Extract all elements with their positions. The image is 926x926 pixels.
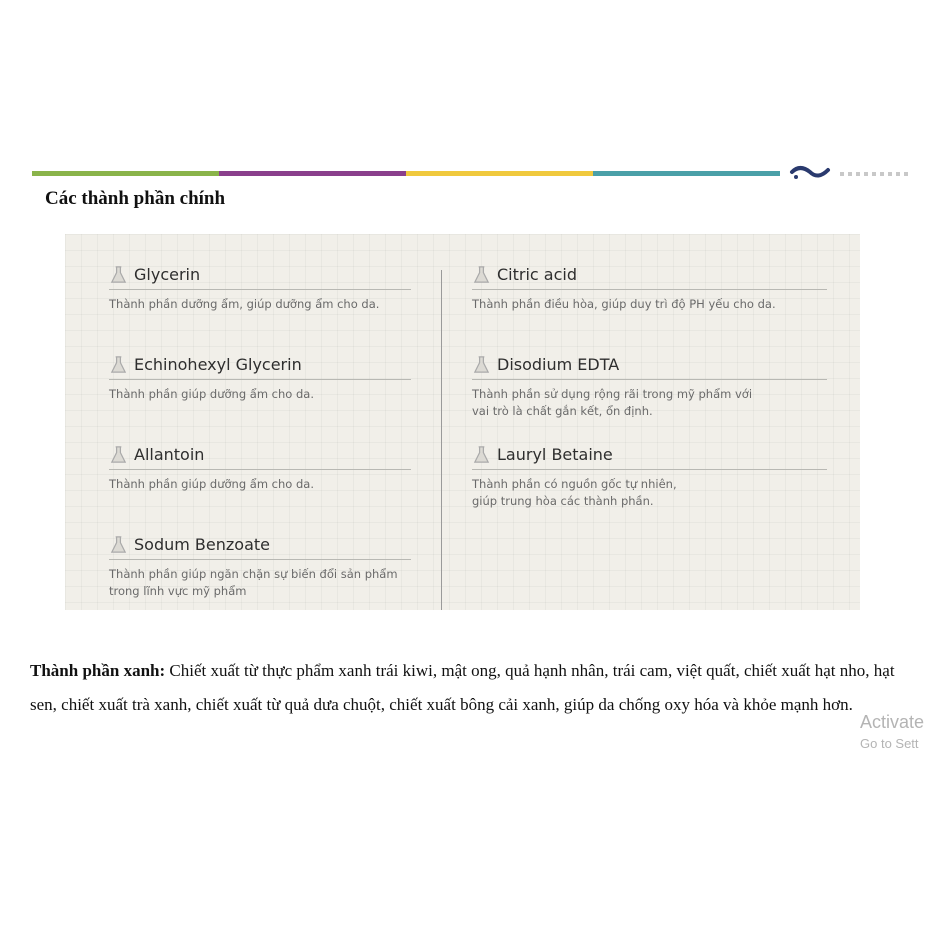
ingredient-description: Thành phần giúp ngăn chặn sự biến đổi sả… xyxy=(109,567,398,598)
header-color-bar xyxy=(32,171,780,176)
ingredient-description: Thành phần có nguồn gốc tự nhiên, giúp t… xyxy=(472,477,677,508)
ingredient-name: Allantoin xyxy=(134,444,205,464)
ingredient-header: Citric acid xyxy=(472,262,827,290)
ingredients-panel: Glycerin Thành phần dưỡng ẩm, giúp dưỡng… xyxy=(65,234,860,610)
ingredient-description: Thành phần dưỡng ẩm, giúp dưỡng ẩm cho d… xyxy=(109,297,380,311)
ingredient-header: Sodum Benzoate xyxy=(109,532,411,560)
ingredient-name: Lauryl Betaine xyxy=(497,444,613,464)
flask-icon xyxy=(110,265,127,283)
ingredient-item: Echinohexyl Glycerin Thành phần giúp dưỡ… xyxy=(109,352,411,403)
color-bar-segment-teal xyxy=(593,171,780,176)
ingredient-description: Thành phần điều hòa, giúp duy trì độ PH … xyxy=(472,297,776,311)
section-title: Các thành phần chính xyxy=(45,188,226,209)
flask-icon xyxy=(110,445,127,463)
flask-icon xyxy=(473,355,490,373)
watermark-line-1: Activate xyxy=(860,712,925,732)
ingredient-header: Lauryl Betaine xyxy=(472,442,827,470)
flask-icon xyxy=(473,265,490,283)
ingredient-item: Glycerin Thành phần dưỡng ẩm, giúp dưỡng… xyxy=(109,262,411,313)
ingredient-header: Echinohexyl Glycerin xyxy=(109,352,411,380)
ingredient-description: Thành phần giúp dưỡng ẩm cho da. xyxy=(109,387,314,401)
flask-icon xyxy=(110,535,127,553)
ingredient-name: Glycerin xyxy=(134,264,201,284)
color-bar-segment-green xyxy=(32,171,219,176)
ingredient-header: Allantoin xyxy=(109,442,411,470)
column-divider xyxy=(441,270,442,610)
color-bar-segment-purple xyxy=(219,171,406,176)
ingredient-item: Citric acid Thành phần điều hòa, giúp du… xyxy=(472,262,827,313)
ingredient-item: Sodum Benzoate Thành phần giúp ngăn chặn… xyxy=(109,532,411,600)
ingredient-name: Citric acid xyxy=(497,264,577,284)
ingredient-header: Disodium EDTA xyxy=(472,352,827,380)
ingredient-description: Thành phần sử dụng rộng rãi trong mỹ phẩ… xyxy=(472,387,753,418)
ingredient-name: Sodum Benzoate xyxy=(134,534,270,554)
brand-logo-fragment xyxy=(790,166,908,179)
green-ingredients-paragraph: Thành phần xanh: Chiết xuất từ thực phẩm… xyxy=(30,654,920,722)
ingredient-name: Disodium EDTA xyxy=(497,354,620,374)
ingredient-description: Thành phần giúp dưỡng ẩm cho da. xyxy=(109,477,314,491)
ingredient-item: Allantoin Thành phần giúp dưỡng ẩm cho d… xyxy=(109,442,411,493)
paragraph-label: Thành phần xanh: xyxy=(30,661,166,680)
watermark-line-2: Go to Sett xyxy=(860,736,919,751)
ingredient-item: Disodium EDTA Thành phần sử dụng rộng rã… xyxy=(472,352,827,420)
flask-icon xyxy=(110,355,127,373)
ingredient-name: Echinohexyl Glycerin xyxy=(134,354,302,374)
color-bar-segment-yellow xyxy=(406,171,593,176)
ingredient-header: Glycerin xyxy=(109,262,411,290)
flask-icon xyxy=(473,445,490,463)
activation-watermark: Activate Go to Sett xyxy=(860,712,924,751)
ingredient-item: Lauryl Betaine Thành phần có nguồn gốc t… xyxy=(472,442,827,510)
